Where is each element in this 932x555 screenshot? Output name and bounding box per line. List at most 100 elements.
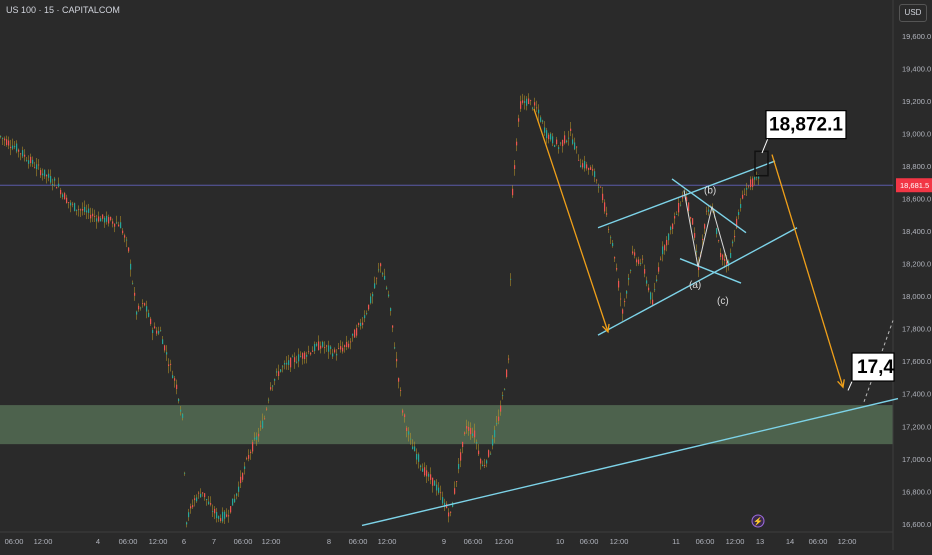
candle-body <box>732 241 734 244</box>
candle-body <box>350 341 352 343</box>
candle-body <box>98 216 100 222</box>
candle-body <box>586 164 588 169</box>
candle-body <box>406 427 408 431</box>
candle-body <box>258 433 260 437</box>
candle-body <box>384 275 386 280</box>
candle-body <box>266 408 268 410</box>
candle-body <box>474 430 476 438</box>
candle-body <box>140 307 142 309</box>
candle-body <box>448 512 450 517</box>
candle-body <box>584 161 586 169</box>
candle-body <box>108 217 110 224</box>
candle-body <box>142 303 144 304</box>
candle-body <box>284 362 286 365</box>
candle-body <box>44 169 46 177</box>
candle-body <box>202 492 204 494</box>
candle-body <box>12 145 14 149</box>
candle-body <box>750 179 752 187</box>
candle-body <box>218 516 220 519</box>
candle-body <box>268 399 270 401</box>
price-chart[interactable]: (b) (a) (c) 18,872.1 17,4 19,600.0 19,400.0 19… <box>0 0 932 550</box>
candle-body <box>568 137 570 139</box>
candle-body <box>136 311 138 315</box>
x-tick-label: 10 <box>556 537 564 546</box>
candle-body <box>428 473 430 477</box>
candle-body <box>748 185 750 187</box>
wave-a-label: (a) <box>689 280 701 291</box>
candle-body <box>110 216 112 221</box>
candle-body <box>590 167 592 170</box>
candle-body <box>652 299 654 305</box>
demand-zone <box>0 405 893 445</box>
candle-body <box>572 139 574 144</box>
candle-body <box>460 452 462 461</box>
candle-body <box>316 343 318 346</box>
candle-body <box>436 484 438 491</box>
candle-body <box>236 493 238 496</box>
candle-body <box>520 101 522 109</box>
y-tick-label: 18,400.0 <box>902 227 931 236</box>
candle-body <box>312 350 314 352</box>
candle-body <box>120 222 122 229</box>
candle-body <box>324 347 326 349</box>
candle-body <box>60 189 62 195</box>
candle-body <box>134 292 136 296</box>
candle-body <box>576 146 578 148</box>
candle-body <box>390 308 392 311</box>
candle-body <box>126 239 128 241</box>
y-tick-label: 19,400.0 <box>902 64 931 73</box>
candle-body <box>636 259 638 263</box>
candle-body <box>42 173 44 176</box>
candle-body <box>166 352 168 355</box>
candle-body <box>638 259 640 264</box>
candle-body <box>646 280 648 284</box>
candle-body <box>86 210 88 213</box>
candle-body <box>480 458 482 464</box>
current-price-label: 18,681.5 <box>900 181 929 190</box>
candle-body <box>30 156 32 164</box>
candle-body <box>368 304 370 310</box>
candle-body <box>246 458 248 460</box>
candle-body <box>382 273 384 275</box>
candle-body <box>138 305 140 310</box>
candle-body <box>630 270 632 271</box>
candle-body <box>554 145 556 147</box>
candle-body <box>250 451 252 454</box>
candle-body <box>8 140 10 146</box>
candle-body <box>656 279 658 282</box>
candle-body <box>756 176 758 178</box>
candle-body <box>666 239 668 246</box>
candle-body <box>664 245 666 251</box>
x-tick-label: 7 <box>212 537 216 546</box>
candle-body <box>372 293 374 297</box>
candle-body <box>620 298 622 300</box>
candle-body <box>674 216 676 219</box>
candle-body <box>208 501 210 505</box>
candle-body <box>718 240 720 241</box>
candle-body <box>326 345 328 347</box>
x-tick-label: 06:00 <box>349 537 368 546</box>
candle-body <box>518 118 520 122</box>
candle-body <box>486 460 488 464</box>
candle-body <box>290 357 292 368</box>
candle-body <box>604 202 606 212</box>
candle-body <box>254 437 256 440</box>
candle-body <box>380 263 382 267</box>
candle-body <box>634 252 636 256</box>
candle-body <box>358 323 360 325</box>
candle-body <box>50 176 52 183</box>
y-tick-label: 19,200.0 <box>902 97 931 106</box>
candle-body <box>10 146 12 149</box>
candle-body <box>544 127 546 133</box>
candle-body <box>578 159 580 161</box>
candle-body <box>76 209 78 211</box>
candle-body <box>504 389 506 391</box>
candle-body <box>694 233 696 238</box>
candle-body <box>144 303 146 306</box>
candle-body <box>228 515 230 517</box>
candle-body <box>478 450 480 455</box>
candle-body <box>256 436 258 440</box>
candle-body <box>40 170 42 176</box>
candle-body <box>626 291 628 294</box>
currency-button[interactable]: USD <box>899 4 927 22</box>
